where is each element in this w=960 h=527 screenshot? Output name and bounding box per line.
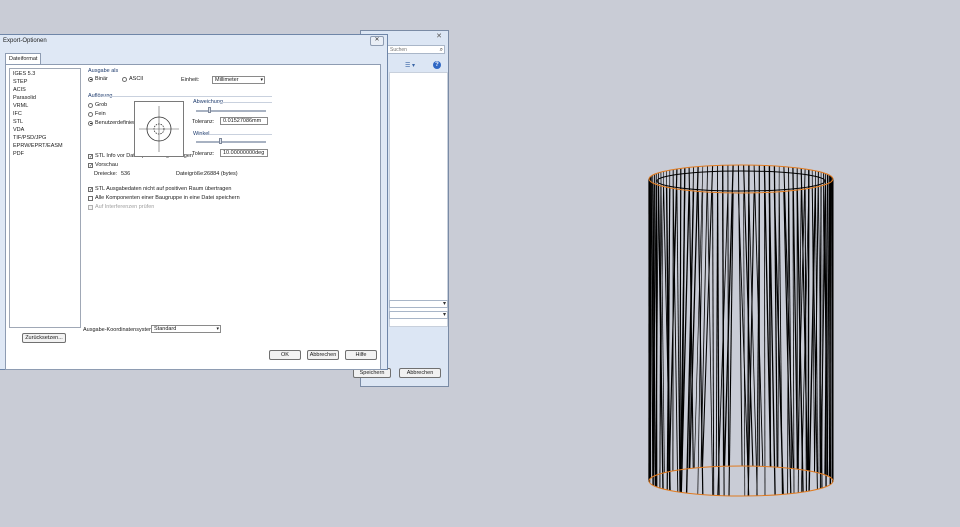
format-item[interactable]: STEP (13, 78, 77, 86)
checkbox-no-translate-box[interactable]: ✓ (88, 186, 93, 192)
checkbox-no-translate[interactable]: ✓ STL Ausgabedaten nicht auf positiven Ra… (88, 186, 231, 193)
wireframe-edge (764, 192, 766, 496)
help-icon[interactable]: ? (433, 61, 441, 69)
format-item[interactable]: PDF (13, 150, 77, 158)
radio-ascii-indicator[interactable] (122, 76, 127, 82)
cylinder-inner-rim (656, 170, 826, 192)
output-as-label: Ausgabe als (88, 68, 119, 74)
format-item[interactable]: VRML (13, 102, 77, 110)
coord-system-select[interactable]: Standard ▾ (151, 325, 221, 333)
radio-ascii[interactable]: ASCII (122, 76, 143, 83)
coord-system-value: Standard (154, 326, 177, 332)
checkbox-preview[interactable]: ✓ Vorschau (88, 162, 118, 169)
checkbox-one-file[interactable]: Alle Komponenten einer Baugruppe in eine… (88, 195, 240, 202)
search-icon[interactable]: ⌕ (440, 46, 443, 54)
wireframe-edge (716, 192, 720, 496)
ok-button[interactable]: OK (269, 350, 301, 360)
checkbox-stl-info-box[interactable]: ✓ (88, 153, 93, 159)
help-button[interactable]: Hilfe (345, 350, 377, 360)
preview-graphic (139, 106, 179, 152)
dialog-title: Export-Optionen (3, 38, 47, 44)
wireframe-edge (679, 168, 682, 470)
wireframe-edge (715, 165, 719, 467)
search-placeholder: Suchen (390, 47, 407, 53)
close-icon[interactable]: ✕ (370, 36, 384, 46)
cancel-button[interactable]: Abbrechen (307, 350, 339, 360)
angle-slider[interactable] (196, 141, 266, 143)
radio-coarse-indicator[interactable] (88, 102, 93, 108)
divider (218, 102, 272, 103)
unit-select[interactable]: Millimeter ▾ (212, 76, 265, 84)
checkbox-interference-label: Auf Interferenzen prüfen (95, 204, 155, 210)
divider (102, 96, 272, 97)
chevron-down-icon: ▾ (260, 77, 263, 83)
checkbox-interference-box (88, 204, 93, 210)
wireframe-edge (737, 164, 743, 467)
radio-ascii-label: ASCII (129, 76, 144, 82)
format-item[interactable]: ACIS (13, 86, 77, 94)
export-options-dialog: Export-Optionen ✕ Dateiformat IGES 5.3 ST… (0, 34, 388, 370)
radio-custom-label: Benutzerdefiniert (95, 120, 137, 126)
deviation-tolerance-input[interactable]: 0.01527086mm (220, 117, 268, 125)
chevron-down-icon: ▾ (216, 326, 219, 332)
checkbox-no-translate-label: STL Ausgabedaten nicht auf positiven Rau… (95, 186, 232, 192)
wireframe-edge (807, 169, 810, 471)
cancel-button[interactable]: Abbrechen (399, 368, 441, 378)
radio-binary-indicator[interactable] (88, 76, 93, 82)
tab-panel: IGES 5.3 STEP ACIS Parasolid VRML IFC STL VDA TI… (5, 64, 381, 370)
unit-value: Millimeter (215, 77, 239, 83)
radio-custom-indicator[interactable] (88, 120, 93, 126)
coord-system-label: Ausgabe-Koordinatensystem: (83, 327, 156, 333)
radio-coarse[interactable]: Grob (88, 102, 107, 109)
format-item[interactable]: IGES 5.3 (13, 70, 77, 78)
unit-label: Einheit: (181, 77, 200, 83)
filesize-value: 26884 (bytes) (204, 171, 238, 177)
checkbox-one-file-box[interactable] (88, 195, 93, 201)
checkbox-preview-label: Vorschau (95, 162, 118, 168)
radio-fine[interactable]: Fein (88, 111, 106, 118)
triangles-value: 536 (121, 171, 131, 177)
angle-tolerance-label: Toleranz: (192, 151, 215, 157)
cylinder-bottom-edge (648, 465, 834, 497)
format-item[interactable]: TIF/PSD/JPG (13, 134, 77, 142)
close-icon[interactable]: ✕ (434, 32, 444, 40)
filename-dropdown[interactable]: ▾ (389, 300, 448, 308)
radio-custom[interactable]: Benutzerdefiniert (88, 120, 137, 127)
divider (209, 134, 272, 135)
filesize-label: Dateigröße: (176, 171, 205, 177)
radio-fine-label: Fein (95, 111, 106, 117)
radio-binary-label: Binär (95, 76, 108, 82)
format-item[interactable]: IFC (13, 110, 77, 118)
checkbox-interference: Auf Interferenzen prüfen (88, 204, 154, 211)
radio-fine-indicator[interactable] (88, 111, 93, 117)
format-item[interactable]: VDA (13, 126, 77, 134)
wireframe-edge (712, 192, 715, 496)
filetype-dropdown[interactable]: ▾ (389, 311, 448, 319)
deviation-slider-thumb[interactable] (208, 107, 211, 113)
wireframe-edge (747, 165, 750, 467)
format-item[interactable]: STL (13, 118, 77, 126)
deviation-slider[interactable] (196, 110, 266, 112)
angle-tolerance-input[interactable]: 10.00000000deg (220, 149, 268, 157)
wireframe-edge (722, 165, 725, 467)
radio-binary[interactable]: Binär (88, 76, 108, 83)
search-input[interactable]: Suchen ⌕ (387, 45, 445, 54)
angle-slider-thumb[interactable] (219, 138, 222, 144)
angle-label: Winkel (193, 131, 210, 137)
checkbox-preview-box[interactable]: ✓ (88, 162, 93, 168)
chevron-down-icon: ▾ (442, 301, 446, 307)
file-list[interactable] (389, 72, 448, 327)
restore-defaults-button[interactable]: Zurücksetzen... (22, 333, 66, 343)
checkbox-one-file-label: Alle Komponenten einer Baugruppe in eine… (95, 195, 240, 201)
triangles-label: Dreiecke: (94, 171, 118, 177)
format-item[interactable]: EPRW/EPRT/EASM (13, 142, 77, 150)
wireframe-edge (773, 165, 778, 468)
resolution-preview (134, 101, 184, 157)
format-item[interactable]: Parasolid (13, 94, 77, 102)
view-menu-icon[interactable]: ☰ ▾ (405, 62, 415, 69)
chevron-down-icon: ▾ (442, 312, 446, 318)
deviation-tolerance-label: Toleranz: (192, 119, 215, 125)
format-list[interactable]: IGES 5.3 STEP ACIS Parasolid VRML IFC STL VDA TI… (9, 68, 81, 328)
radio-coarse-label: Grob (95, 102, 108, 108)
